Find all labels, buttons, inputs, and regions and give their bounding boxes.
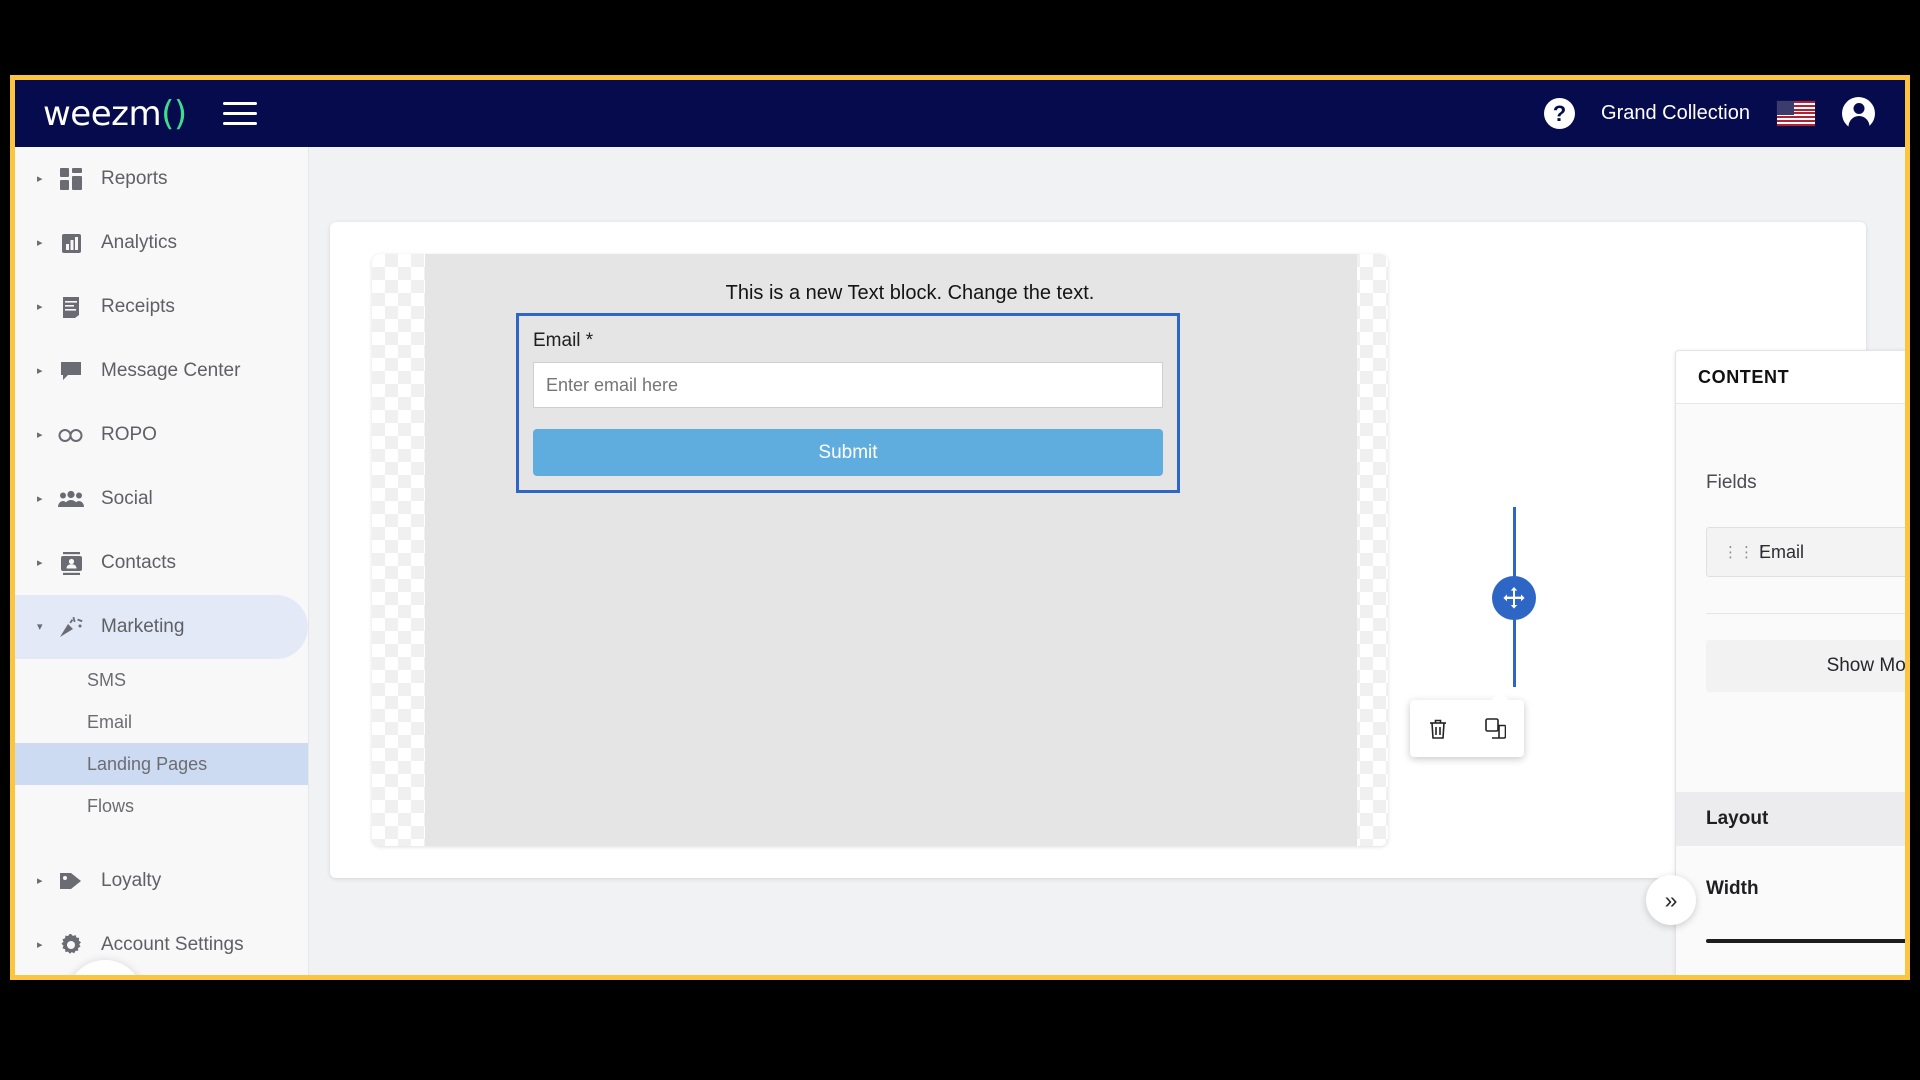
chevron-right-icon: ▸ (37, 172, 43, 185)
megaphone-icon (51, 616, 91, 638)
panel-header: CONTENT (1676, 351, 1905, 404)
chat-icon (51, 361, 91, 381)
sidebar-item-label: Marketing (101, 616, 185, 637)
infinity-icon (51, 428, 91, 443)
widget-logo-letter: N (87, 976, 124, 980)
main-work-area: left-to-right This is a new Text block. … (308, 147, 1905, 975)
sidebar-item-reports[interactable]: ▸ Reports (15, 147, 308, 211)
sidebar-item-analytics[interactable]: ▸ Analytics (15, 211, 308, 275)
chevron-down-icon: ▾ (37, 620, 43, 633)
move-handle-icon[interactable] (1492, 576, 1536, 620)
show-more-options-button[interactable]: Show More Options (1706, 640, 1905, 692)
help-icon[interactable]: ? (1544, 98, 1576, 129)
us-flag-icon[interactable] (1776, 100, 1816, 127)
chevron-right-icon: ▸ (37, 492, 43, 505)
sidebar-subitem-landing-pages[interactable]: Landing Pages (15, 743, 308, 785)
sidebar-item-ropo[interactable]: ▸ ROPO (15, 403, 308, 467)
user-account-icon[interactable] (1842, 97, 1875, 130)
email-input[interactable] (533, 362, 1163, 408)
layout-section-header[interactable]: Layout (1676, 792, 1905, 846)
sidebar-navigation: ▸ Reports ▸ Analytics ▸ Receipts ▸ Messa… (15, 147, 309, 975)
sidebar-item-contacts[interactable]: ▸ Contacts (15, 531, 308, 595)
chevron-right-icon: ▸ (37, 364, 43, 377)
chevron-right-icon: ▸ (37, 874, 43, 887)
fields-label: Fields (1706, 472, 1757, 493)
width-row: Width Auto Off ✕ (1676, 862, 1905, 916)
landing-page-body: This is a new Text block. Change the tex… (425, 254, 1357, 846)
block-float-toolbar (1410, 691, 1524, 757)
drag-grip-icon[interactable]: ⋮⋮⋮ (1723, 545, 1770, 560)
width-slider-row: 100% (1676, 921, 1905, 961)
text-block[interactable]: This is a new Text block. Change the tex… (515, 282, 1305, 305)
chevron-right-icon: ▸ (37, 300, 43, 313)
delete-icon[interactable] (1428, 718, 1448, 740)
account-name-label[interactable]: Grand Collection (1601, 102, 1750, 125)
topbar-right-group: ? Grand Collection (1544, 97, 1875, 130)
duplicate-icon[interactable] (1484, 718, 1506, 739)
chevron-right-icon: ▸ (37, 556, 43, 569)
logo-accent-icon: () (161, 93, 187, 134)
sidebar-subitem-flows[interactable]: Flows (15, 785, 308, 827)
sidebar-item-label: Reports (101, 168, 168, 189)
sidebar-item-label: Receipts (101, 296, 175, 317)
tooltip-arrow-icon (1490, 691, 1510, 701)
fields-row: Fields Select... (1676, 455, 1905, 511)
sidebar-item-label: Loyalty (101, 870, 162, 891)
sidebar-item-social[interactable]: ▸ Social (15, 467, 308, 531)
panel-collapse-button[interactable]: » (1646, 875, 1696, 925)
field-name: Email (1759, 541, 1805, 562)
sidebar-item-receipts[interactable]: ▸ Receipts (15, 275, 308, 339)
submit-button[interactable]: Submit (533, 429, 1163, 476)
tag-icon (51, 871, 91, 891)
brand-logo[interactable]: weezm() (43, 94, 187, 134)
width-label: Width (1706, 878, 1759, 899)
logo-text: weezm (43, 93, 162, 134)
sidebar-item-label: Analytics (101, 232, 178, 253)
top-navigation-bar: weezm() ? Grand Collection (15, 80, 1905, 147)
panel-title: CONTENT (1698, 366, 1790, 387)
panel-divider (1706, 613, 1905, 614)
content-property-panel: CONTENT Fields ⋮⋮⋮ Email Show Mo Layout … (1675, 350, 1905, 975)
panel-body: Fields Select... ⋮⋮⋮ Email (1676, 403, 1905, 975)
application-frame: weezm() ? Grand Collection ▸ Reports ▸ A… (10, 75, 1910, 980)
chevron-right-icon: ▸ (37, 938, 43, 951)
sidebar-item-label: Contacts (101, 552, 176, 573)
sidebar-item-message-center[interactable]: ▸ Message Center (15, 339, 308, 403)
people-icon (51, 490, 91, 508)
bar-chart-icon (51, 233, 91, 254)
layout-section-title: Layout (1706, 808, 1769, 829)
editor-content-card: This is a new Text block. Change the tex… (330, 222, 1866, 878)
receipt-icon (51, 296, 91, 319)
field-row-email[interactable]: ⋮⋮⋮ Email (1706, 527, 1905, 577)
sidebar-item-label: ROPO (101, 424, 157, 445)
contact-card-icon (51, 551, 91, 575)
sidebar-item-loyalty[interactable]: ▸ Loyalty (15, 849, 308, 913)
sidebar-item-label: Account Settings (101, 934, 244, 955)
email-field-label: Email * (533, 330, 594, 351)
chevron-right-icon: ▸ (37, 236, 43, 249)
gear-icon (51, 934, 91, 956)
landing-page-canvas[interactable]: This is a new Text block. Change the tex… (372, 254, 1388, 846)
sidebar-item-label: Social (101, 488, 153, 509)
dashboard-icon (51, 168, 91, 190)
sidebar-item-marketing[interactable]: ▾ Marketing (15, 595, 308, 659)
sidebar-item-account-settings[interactable]: ▸ Account Settings (15, 913, 308, 975)
sidebar-item-label: Message Center (101, 360, 241, 381)
sidebar-subitem-email[interactable]: Email (15, 701, 308, 743)
form-block-selected[interactable]: Email * Submit (516, 313, 1180, 493)
width-slider[interactable] (1706, 939, 1905, 943)
chevron-right-icon: ▸ (37, 428, 43, 441)
hamburger-menu-icon[interactable] (222, 102, 257, 125)
sidebar-subitem-sms[interactable]: SMS (15, 659, 308, 701)
